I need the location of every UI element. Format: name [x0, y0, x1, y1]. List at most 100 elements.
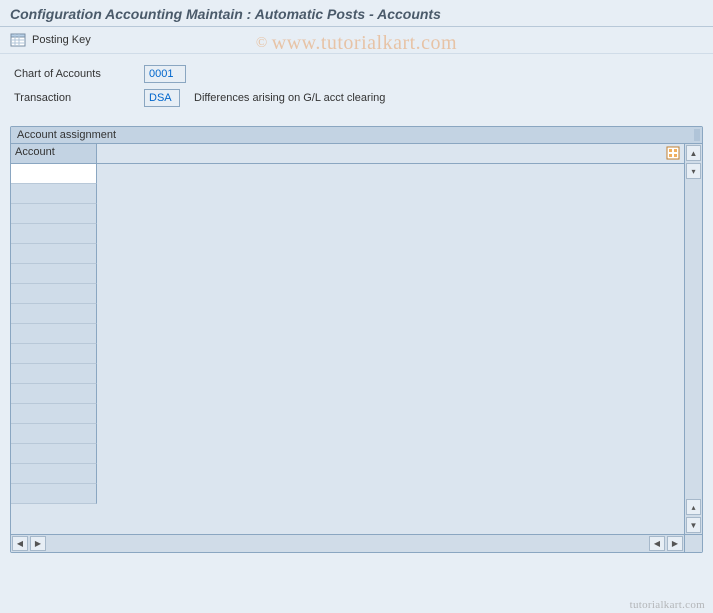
account-column-header[interactable]: Account: [11, 144, 97, 163]
table-row: [11, 204, 684, 224]
table-row: [11, 184, 684, 204]
row-spacer: [97, 244, 684, 264]
account-cell[interactable]: [11, 204, 97, 224]
account-cell[interactable]: [11, 404, 97, 424]
account-grid: Account ▲ ▾: [11, 144, 702, 534]
account-input[interactable]: [14, 245, 93, 262]
account-cell[interactable]: [11, 464, 97, 484]
account-cell[interactable]: [11, 284, 97, 304]
account-cell[interactable]: [11, 364, 97, 384]
row-spacer: [97, 404, 684, 424]
grid-header-spacer: [97, 144, 684, 163]
account-input[interactable]: [14, 265, 93, 282]
scroll-left-step-button[interactable]: ▶: [30, 536, 46, 551]
account-input[interactable]: [14, 485, 93, 502]
grid-body: [11, 164, 684, 504]
table-row: [11, 244, 684, 264]
account-input[interactable]: [14, 205, 93, 222]
row-spacer: [97, 384, 684, 404]
scroll-corner: [684, 535, 702, 552]
account-cell[interactable]: [11, 304, 97, 324]
scroll-left-button[interactable]: ◀: [12, 536, 28, 551]
table-row: [11, 304, 684, 324]
scroll-up-step-button[interactable]: ▾: [686, 163, 701, 179]
row-spacer: [97, 444, 684, 464]
account-input[interactable]: [14, 385, 93, 402]
account-input[interactable]: [14, 185, 93, 202]
row-spacer: [97, 324, 684, 344]
row-spacer: [97, 364, 684, 384]
hscroll-track[interactable]: [47, 535, 648, 552]
row-spacer: [97, 464, 684, 484]
account-cell[interactable]: [11, 324, 97, 344]
account-input[interactable]: [14, 405, 93, 422]
table-row: [11, 324, 684, 344]
table-row: [11, 444, 684, 464]
scroll-down-step-button[interactable]: ▴: [686, 499, 701, 515]
account-input[interactable]: [14, 465, 93, 482]
table-row: [11, 264, 684, 284]
transaction-label: Transaction: [14, 92, 144, 104]
grid-header-row: Account: [11, 144, 684, 164]
account-cell[interactable]: [11, 484, 97, 504]
account-input[interactable]: [14, 285, 93, 302]
account-input[interactable]: [14, 425, 93, 442]
row-spacer: [97, 304, 684, 324]
chart-of-accounts-row: Chart of Accounts 0001: [14, 64, 699, 84]
account-cell[interactable]: [11, 424, 97, 444]
account-cell[interactable]: [11, 264, 97, 284]
table-row: [11, 284, 684, 304]
row-spacer: [97, 424, 684, 444]
account-cell[interactable]: [11, 244, 97, 264]
table-row: [11, 384, 684, 404]
account-input[interactable]: [14, 305, 93, 322]
scroll-right-button[interactable]: ▶: [667, 536, 683, 551]
table-row: [11, 224, 684, 244]
scroll-down-button[interactable]: ▼: [686, 517, 701, 533]
table-row: [11, 364, 684, 384]
chart-of-accounts-label: Chart of Accounts: [14, 68, 144, 80]
row-spacer: [97, 224, 684, 244]
row-spacer: [97, 204, 684, 224]
horizontal-scrollbar[interactable]: ◀ ▶ ◀ ▶: [11, 534, 702, 552]
row-spacer: [97, 184, 684, 204]
table-row: [11, 404, 684, 424]
account-input[interactable]: [14, 225, 93, 242]
account-cell[interactable]: [11, 224, 97, 244]
table-row: [11, 164, 684, 184]
scroll-right-step-button[interactable]: ◀: [649, 536, 665, 551]
table-row: [11, 464, 684, 484]
panel-title: Account assignment: [11, 127, 702, 144]
account-cell[interactable]: [11, 384, 97, 404]
vscroll-track[interactable]: [685, 180, 702, 498]
account-input[interactable]: [14, 445, 93, 462]
account-cell[interactable]: [11, 184, 97, 204]
row-spacer: [97, 264, 684, 284]
row-spacer: [97, 484, 684, 504]
account-input[interactable]: [14, 365, 93, 382]
account-cell[interactable]: [11, 444, 97, 464]
account-input[interactable]: [14, 345, 93, 362]
chart-of-accounts-value: 0001: [144, 65, 186, 83]
table-row: [11, 424, 684, 444]
table-row: [11, 344, 684, 364]
account-cell[interactable]: [11, 344, 97, 364]
posting-key-button[interactable]: Posting Key: [32, 34, 91, 46]
table-row: [11, 484, 684, 504]
vertical-scrollbar[interactable]: ▲ ▾ ▴ ▼: [684, 144, 702, 534]
header-form: Chart of Accounts 0001 Transaction DSA D…: [0, 54, 713, 118]
window-title-bar: Configuration Accounting Maintain : Auto…: [0, 0, 713, 27]
row-spacer: [97, 164, 684, 184]
transaction-row: Transaction DSA Differences arising on G…: [14, 88, 699, 108]
account-cell[interactable]: [11, 164, 97, 184]
posting-key-icon[interactable]: [10, 32, 26, 48]
application-toolbar: Posting Key: [0, 27, 713, 54]
transaction-description: Differences arising on G/L acct clearing: [194, 92, 385, 104]
account-assignment-panel: Account assignment Account: [10, 126, 703, 553]
scroll-up-button[interactable]: ▲: [686, 145, 701, 161]
account-input[interactable]: [14, 325, 93, 342]
table-settings-icon[interactable]: [666, 146, 680, 163]
account-input[interactable]: [14, 165, 93, 182]
watermark-bottom: tutorialkart.com: [630, 599, 705, 611]
page-title: Configuration Accounting Maintain : Auto…: [10, 6, 441, 22]
